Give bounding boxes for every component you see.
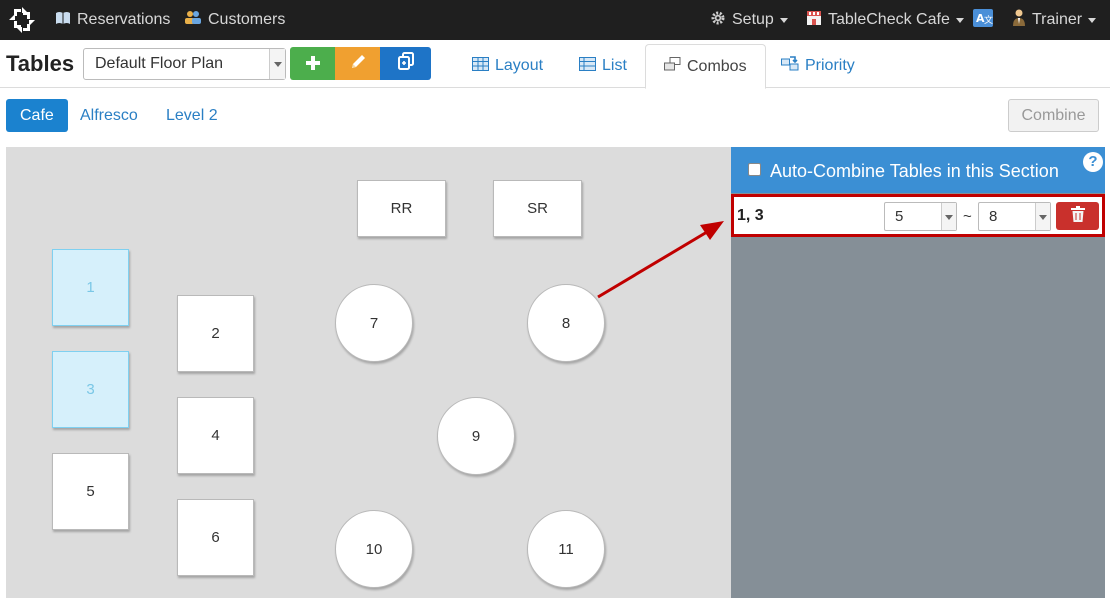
chevron-down-icon bbox=[269, 49, 285, 79]
table-sr[interactable]: SR bbox=[493, 180, 582, 237]
section-tabs: Cafe Alfresco Level 2 Combine bbox=[0, 89, 1110, 145]
svg-text:文: 文 bbox=[984, 14, 993, 26]
combo-min-select[interactable]: 5 bbox=[884, 202, 957, 231]
book-icon bbox=[55, 11, 71, 30]
nav-venue-menu[interactable]: TableCheck Cafe bbox=[806, 0, 964, 40]
tab-priority-label: Priority bbox=[805, 57, 855, 74]
table-6[interactable]: 6 bbox=[177, 499, 254, 576]
combine-button[interactable]: Combine bbox=[1008, 99, 1099, 132]
nav-user-menu[interactable]: Trainer bbox=[1012, 0, 1097, 40]
nav-customers-label: Customers bbox=[208, 11, 286, 28]
gear-icon bbox=[710, 10, 726, 31]
nav-venue-label: TableCheck Cafe bbox=[828, 11, 950, 28]
tab-combos-label: Combos bbox=[687, 57, 747, 75]
auto-combine-label: Auto-Combine Tables in this Section bbox=[770, 161, 1059, 181]
user-icon bbox=[1012, 9, 1026, 31]
delete-combo-button[interactable] bbox=[1056, 202, 1099, 230]
chevron-down-icon bbox=[1035, 203, 1050, 230]
section-cafe[interactable]: Cafe bbox=[6, 99, 68, 132]
table-7[interactable]: 7 bbox=[335, 284, 413, 362]
floor-plan-canvas: RR SR 1 3 5 2 4 6 7 8 9 10 11 bbox=[6, 147, 731, 598]
tab-layout[interactable]: Layout bbox=[454, 44, 561, 88]
combo-min-value: 5 bbox=[895, 208, 904, 225]
help-icon[interactable]: ? bbox=[1083, 152, 1103, 172]
tab-priority[interactable]: Priority bbox=[763, 44, 873, 88]
chevron-down-icon bbox=[941, 203, 956, 230]
language-button[interactable]: A文 bbox=[973, 0, 993, 40]
table-9[interactable]: 9 bbox=[437, 397, 515, 475]
section-level-2[interactable]: Level 2 bbox=[166, 99, 218, 132]
priority-icon bbox=[781, 55, 799, 77]
combo-tables: 1, 3 bbox=[737, 207, 764, 224]
section-alfresco[interactable]: Alfresco bbox=[80, 99, 138, 132]
page-title: Tables bbox=[6, 51, 75, 76]
add-floor-plan-button[interactable] bbox=[290, 47, 335, 80]
nav-setup-menu[interactable]: Setup bbox=[710, 0, 788, 40]
table-8[interactable]: 8 bbox=[527, 284, 605, 362]
chevron-down-icon bbox=[779, 17, 788, 23]
tab-combos[interactable]: Combos bbox=[645, 44, 766, 89]
list-icon bbox=[579, 56, 596, 76]
trash-icon bbox=[1070, 206, 1085, 226]
grid-icon bbox=[472, 56, 489, 76]
translate-icon: A文 bbox=[973, 8, 993, 32]
nav-reservations[interactable]: Reservations bbox=[55, 0, 170, 40]
nav-user-label: Trainer bbox=[1032, 11, 1083, 28]
tab-layout-label: Layout bbox=[495, 57, 544, 74]
edit-floor-plan-button[interactable] bbox=[335, 47, 380, 80]
pencil-icon bbox=[349, 51, 367, 77]
top-navbar: Reservations Customers Setup TableCheck … bbox=[0, 0, 1110, 40]
tab-list-label: List bbox=[602, 57, 627, 74]
auto-combine-header: Auto-Combine Tables in this Section ? bbox=[731, 147, 1105, 193]
users-icon bbox=[184, 10, 202, 30]
combo-icon bbox=[664, 56, 681, 77]
floor-plan-select[interactable]: Default Floor Plan bbox=[83, 48, 286, 80]
combos-panel: Auto-Combine Tables in this Section ? 1,… bbox=[731, 147, 1105, 598]
combo-max-select[interactable]: 8 bbox=[978, 202, 1051, 231]
table-5[interactable]: 5 bbox=[52, 453, 129, 530]
table-11[interactable]: 11 bbox=[527, 510, 605, 588]
plus-icon bbox=[305, 51, 321, 77]
toolbar: Tables Default Floor Plan Layout List Co… bbox=[0, 40, 1110, 89]
table-rr[interactable]: RR bbox=[357, 180, 446, 237]
nav-reservations-label: Reservations bbox=[77, 11, 171, 28]
store-icon bbox=[806, 10, 822, 31]
table-3[interactable]: 3 bbox=[52, 351, 129, 428]
table-10[interactable]: 10 bbox=[335, 510, 413, 588]
range-separator: ~ bbox=[963, 208, 972, 225]
table-4[interactable]: 4 bbox=[177, 397, 254, 474]
auto-combine-checkbox[interactable] bbox=[748, 163, 761, 176]
table-2[interactable]: 2 bbox=[177, 295, 254, 372]
nav-customers[interactable]: Customers bbox=[184, 0, 285, 40]
chevron-down-icon bbox=[955, 17, 964, 23]
copy-icon bbox=[396, 51, 416, 77]
app-logo-icon[interactable] bbox=[8, 6, 36, 34]
chevron-down-icon bbox=[1088, 17, 1097, 23]
tab-list[interactable]: List bbox=[561, 44, 645, 88]
combo-row: 1, 3 5 ~ 8 bbox=[731, 194, 1105, 237]
combo-max-value: 8 bbox=[989, 208, 998, 225]
table-1[interactable]: 1 bbox=[52, 249, 129, 326]
floor-plan-value: Default Floor Plan bbox=[95, 55, 224, 72]
nav-setup-label: Setup bbox=[732, 11, 774, 28]
copy-floor-plan-button[interactable] bbox=[380, 47, 431, 80]
